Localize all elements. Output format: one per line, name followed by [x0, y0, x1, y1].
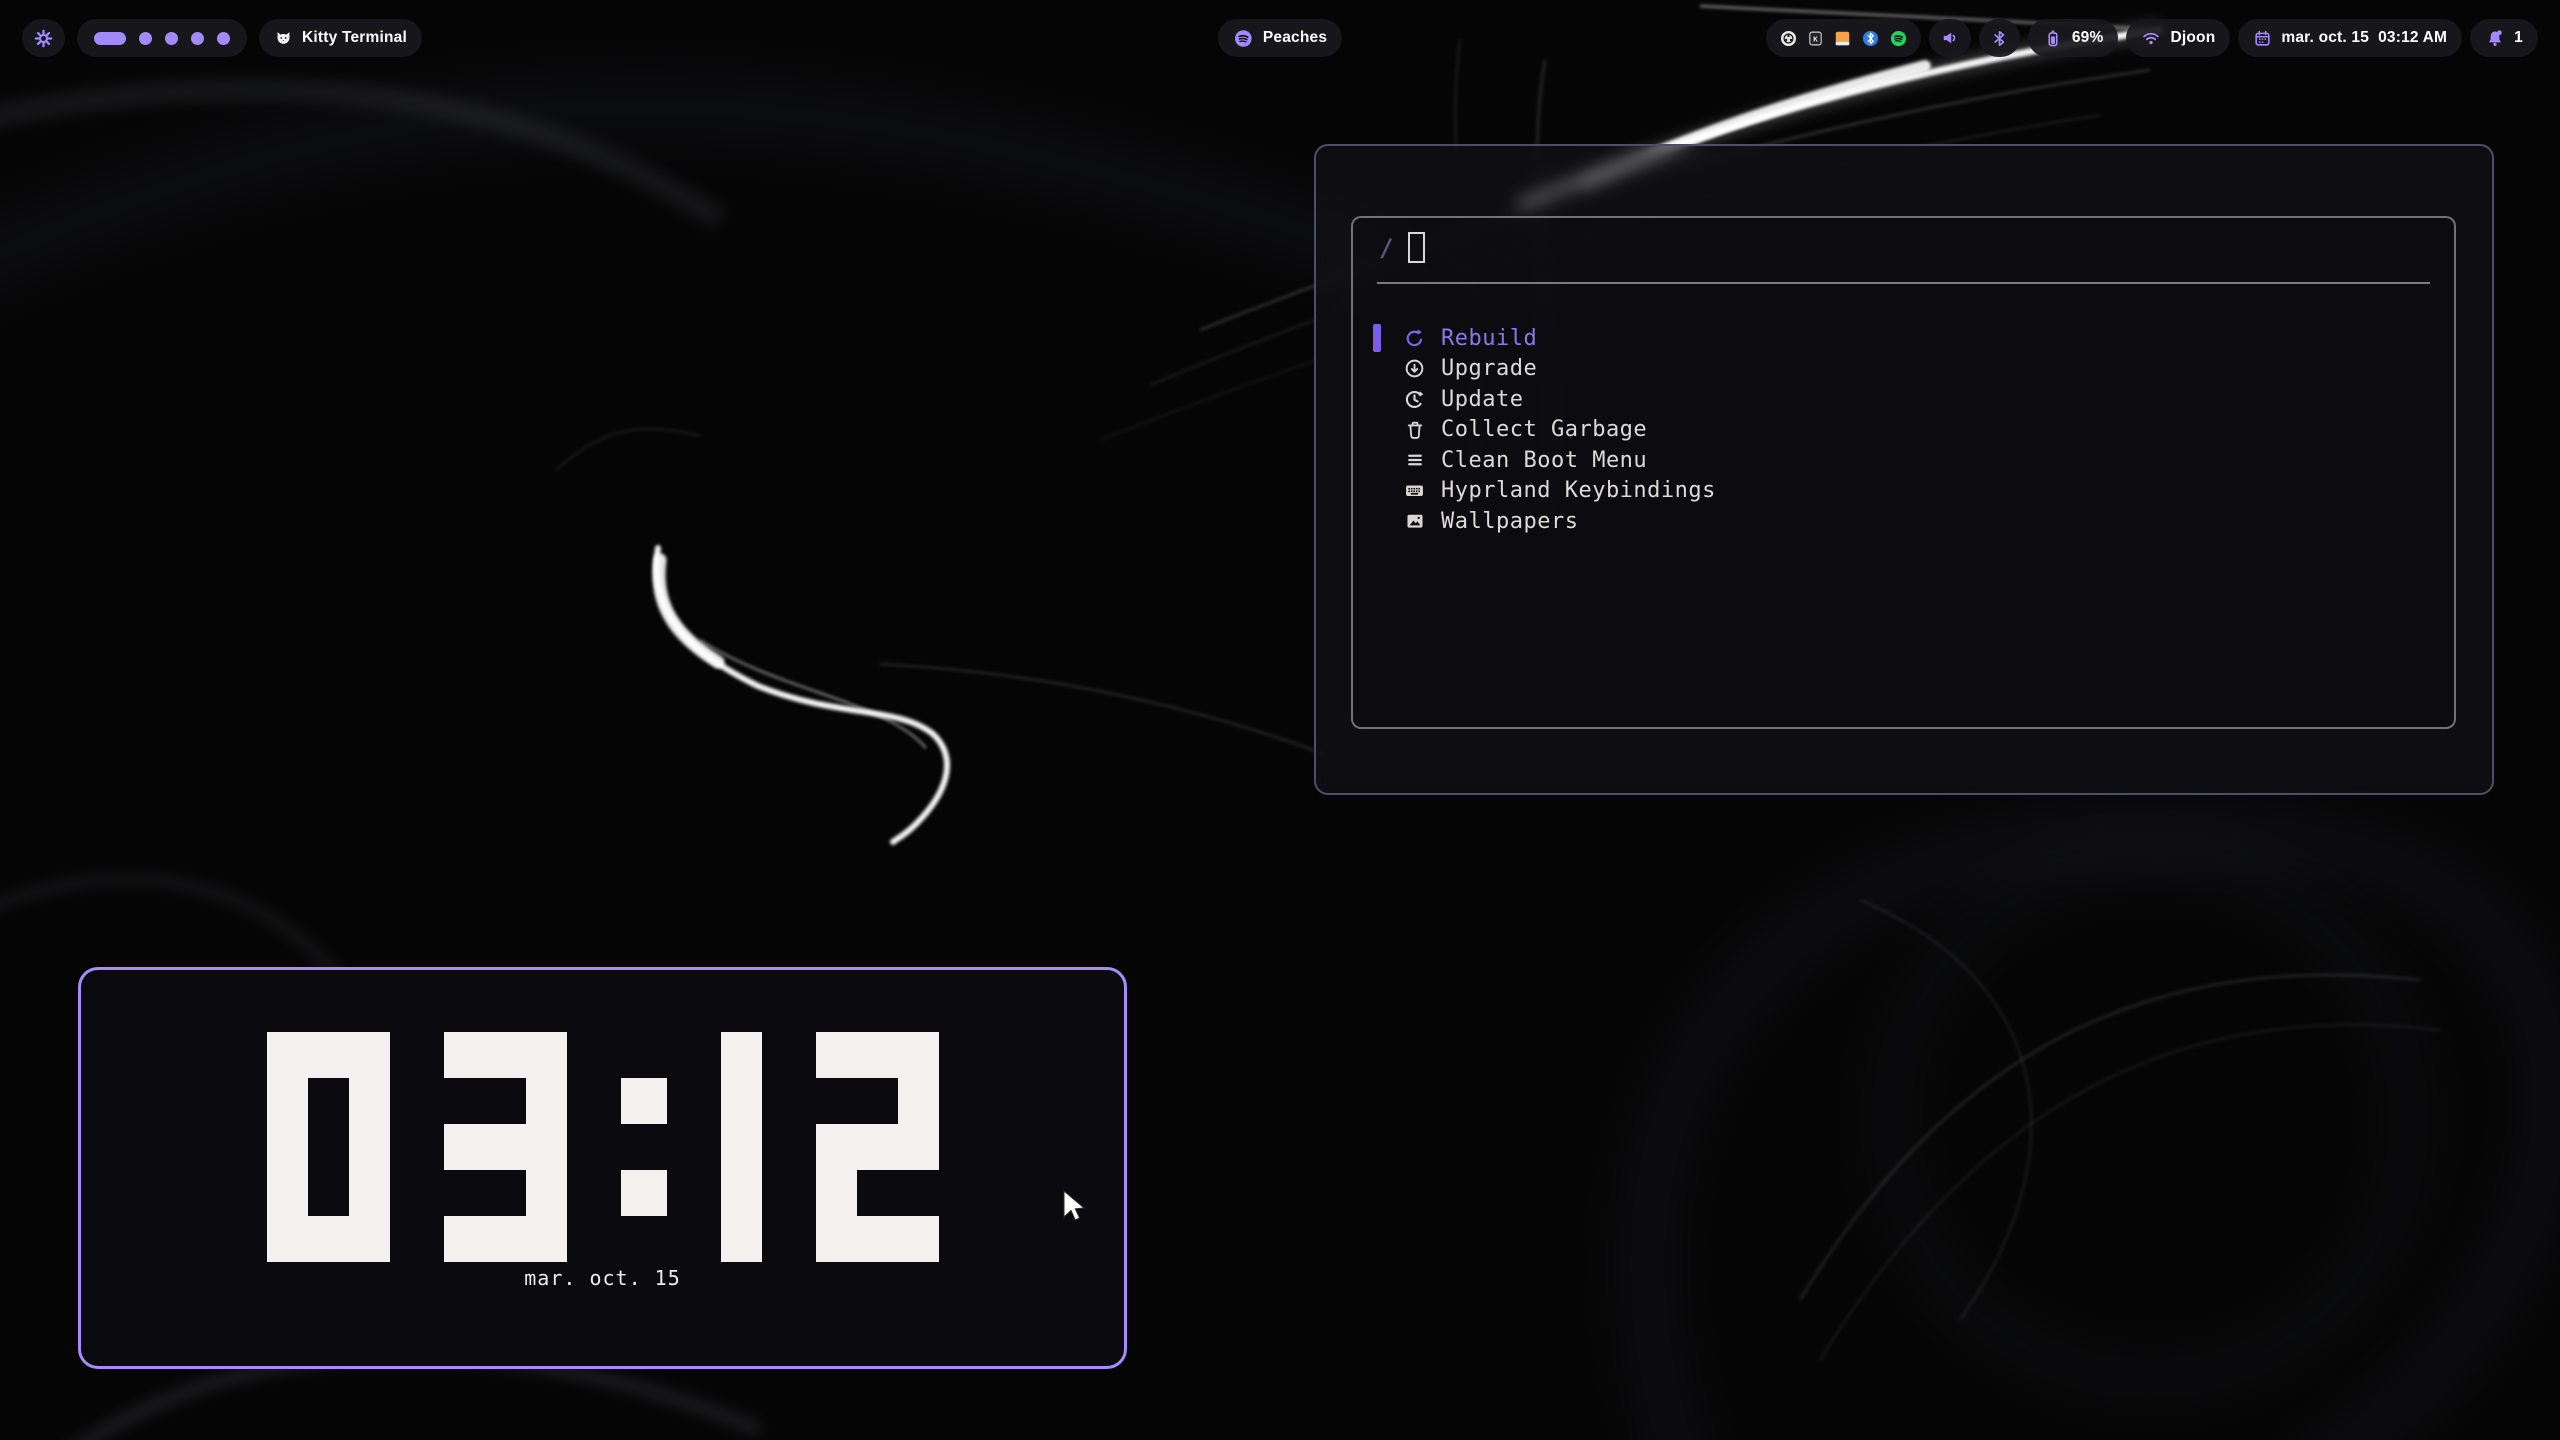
tray-camera-ring-icon[interactable] [1779, 29, 1798, 48]
launcher-item-hyprland-keybindings[interactable]: Hyprland Keybindings [1353, 476, 2454, 507]
launcher-search-input[interactable]: / [1379, 232, 1425, 263]
list-icon [1403, 449, 1426, 472]
tray-k-square-icon[interactable]: K [1807, 30, 1824, 47]
selection-indicator [1373, 477, 1381, 505]
svg-text:K: K [1813, 34, 1818, 43]
selection-indicator [1373, 446, 1381, 474]
selection-indicator [1373, 324, 1381, 352]
launcher-item-wallpapers[interactable]: Wallpapers [1353, 506, 2454, 537]
launcher-item-label: Hyprland Keybindings [1441, 478, 1716, 503]
clock-colon [621, 1032, 667, 1262]
battery-percent: 69% [2072, 29, 2104, 47]
workspace-1-active[interactable] [94, 32, 126, 45]
workspace-5[interactable] [217, 32, 230, 45]
topbar-left: Kitty Terminal [22, 19, 422, 57]
search-prompt: / [1379, 234, 1393, 262]
mouse-cursor-icon [1062, 1190, 1088, 1224]
tray-orange-square-icon[interactable] [1833, 29, 1852, 48]
tray-spotify-icon[interactable] [1889, 29, 1908, 48]
workspace-4[interactable] [191, 32, 204, 45]
desktop: Kitty Terminal Peaches K 69% Djoon mar. … [0, 0, 2560, 1440]
selection-indicator [1373, 416, 1381, 444]
workspace-3[interactable] [165, 32, 178, 45]
topbar-center: Peaches [1218, 19, 1342, 57]
battery-icon [2043, 28, 2063, 48]
launcher-item-rebuild[interactable]: Rebuild [1353, 323, 2454, 354]
trash-icon [1403, 418, 1426, 441]
launcher-item-upgrade[interactable]: Upgrade [1353, 354, 2454, 385]
launcher-window: / Rebuild Upgrade Update Collect Garbage Cle… [1351, 216, 2456, 729]
selection-indicator [1373, 385, 1381, 413]
notification-count: 1 [2514, 29, 2523, 47]
clock-digit-2 [816, 1032, 939, 1262]
selection-indicator [1373, 355, 1381, 383]
launcher-list: Rebuild Upgrade Update Collect Garbage Clean… [1353, 323, 2454, 537]
image-icon [1403, 510, 1426, 533]
workspace-2[interactable] [139, 32, 152, 45]
wifi-icon [2141, 28, 2161, 48]
datetime-label: mar. oct. 15 03:12 AM [2281, 29, 2447, 47]
bell-icon [2485, 28, 2505, 48]
tray-bluetooth-icon[interactable] [1861, 29, 1880, 48]
launcher-item-label: Upgrade [1441, 356, 1537, 381]
battery-pill[interactable]: 69% [2028, 19, 2119, 57]
search-underline [1377, 282, 2430, 284]
workspaces [77, 19, 247, 57]
speaker-icon [1940, 28, 1960, 48]
cat-icon [274, 29, 293, 48]
refresh-icon [1403, 327, 1426, 350]
clock-widget: mar. oct. 15 [78, 967, 1127, 1369]
music-spotify-icon [1233, 28, 1254, 49]
system-tray: K [1766, 19, 1921, 57]
network-ssid: Djoon [2170, 29, 2215, 47]
launcher-item-update[interactable]: Update [1353, 384, 2454, 415]
clock-digit-1 [721, 1032, 762, 1262]
selection-indicator [1373, 507, 1381, 535]
launcher-panel: / Rebuild Upgrade Update Collect Garbage Cle… [1314, 144, 2494, 795]
download-circle-icon [1403, 357, 1426, 380]
clock-digit-0 [267, 1032, 390, 1262]
launcher-item-label: Update [1441, 387, 1523, 412]
clock-time [81, 1032, 1124, 1262]
volume-pill[interactable] [1929, 19, 1971, 57]
clock-date: mar. oct. 15 [81, 1266, 1124, 1290]
launcher-item-collect-garbage[interactable]: Collect Garbage [1353, 415, 2454, 446]
launcher-item-label: Rebuild [1441, 326, 1537, 351]
launcher-button[interactable] [22, 19, 65, 57]
network-pill[interactable]: Djoon [2126, 19, 2230, 57]
active-window-title: Kitty Terminal [302, 29, 407, 47]
media-pill[interactable]: Peaches [1218, 19, 1342, 57]
bluetooth-pill[interactable] [1979, 19, 2020, 57]
text-cursor [1408, 232, 1425, 263]
keyboard-icon [1403, 479, 1426, 502]
datetime-pill[interactable]: mar. oct. 15 03:12 AM [2238, 19, 2462, 57]
media-title: Peaches [1263, 29, 1327, 47]
gear-snowflake-icon [33, 28, 54, 49]
launcher-item-label: Collect Garbage [1441, 417, 1647, 442]
launcher-item-clean-boot-menu[interactable]: Clean Boot Menu [1353, 445, 2454, 476]
launcher-item-label: Wallpapers [1441, 509, 1578, 534]
calendar-icon [2253, 29, 2272, 48]
launcher-item-label: Clean Boot Menu [1441, 448, 1647, 473]
bluetooth-icon [1990, 29, 2009, 48]
notifications-pill[interactable]: 1 [2470, 19, 2538, 57]
active-window-pill[interactable]: Kitty Terminal [259, 19, 422, 57]
topbar-right: K 69% Djoon mar. oct. 15 03:12 AM 1 [1766, 19, 2538, 57]
history-icon [1403, 388, 1426, 411]
clock-digit-3 [444, 1032, 567, 1262]
